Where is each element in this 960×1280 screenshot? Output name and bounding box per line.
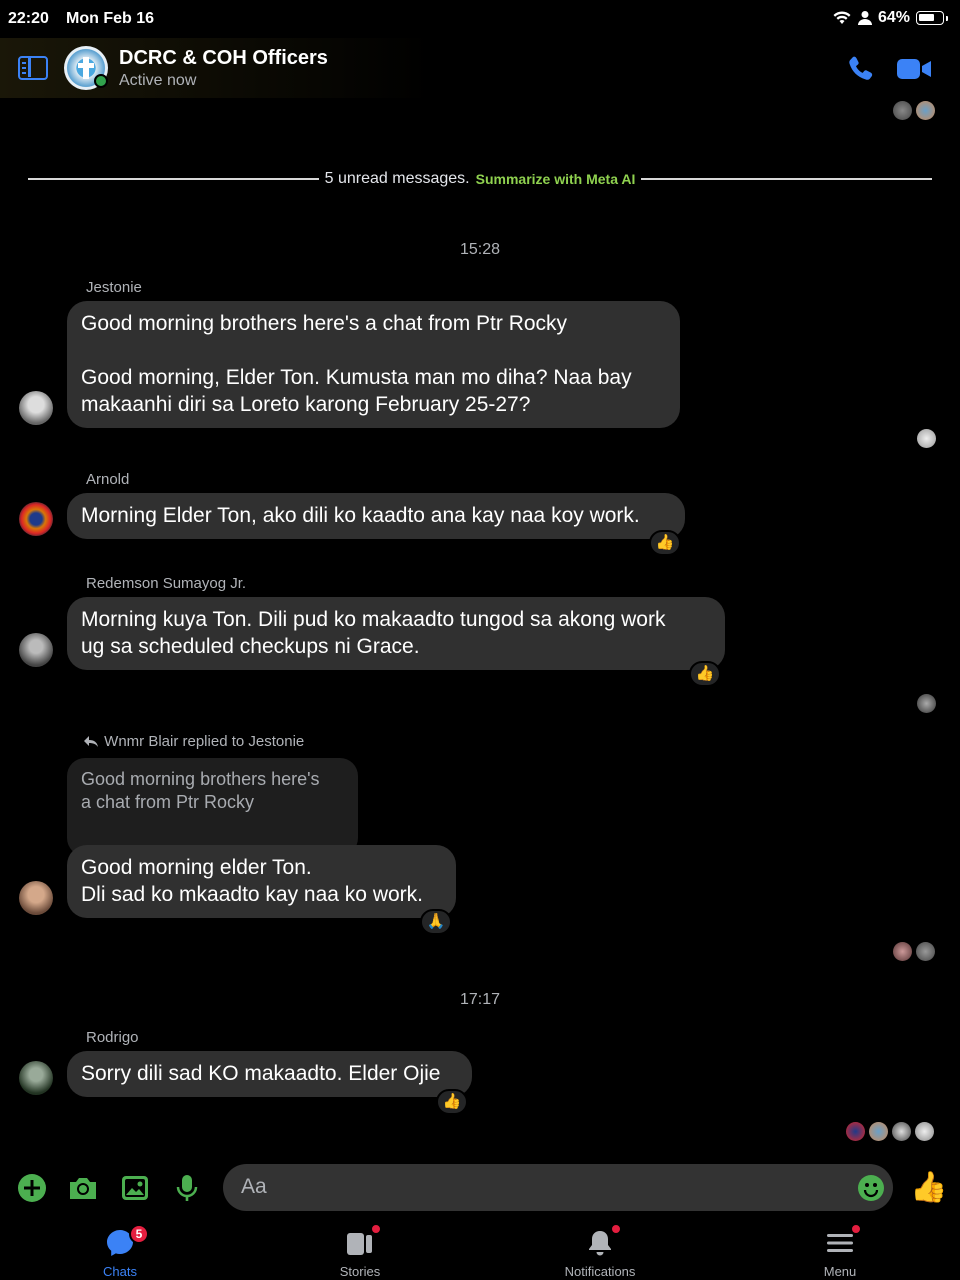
battery-icon	[916, 11, 944, 25]
reply-arrow-icon	[84, 736, 98, 747]
notifications-dot	[610, 1223, 622, 1235]
sidebar-toggle-icon[interactable]	[18, 56, 48, 80]
reader-avatar	[916, 942, 935, 961]
tab-label: Menu	[823, 1264, 857, 1279]
camera-icon[interactable]	[67, 1172, 99, 1204]
quoted-message[interactable]: Good morning brothers here's a chat from…	[67, 758, 358, 856]
message-bubble[interactable]: Good morning brothers here's a chat from…	[67, 301, 680, 428]
sender-avatar[interactable]	[19, 391, 53, 425]
timestamp: 17:17	[459, 991, 501, 1008]
reader-avatar	[846, 1122, 865, 1141]
read-receipts	[917, 429, 936, 448]
gallery-icon[interactable]	[119, 1172, 151, 1204]
tab-chats[interactable]: 5 Chats	[60, 1222, 180, 1280]
sender-avatar[interactable]	[19, 502, 53, 536]
read-receipts	[893, 101, 935, 120]
message-bubble[interactable]: Good morning elder Ton. Dli sad ko mkaad…	[67, 845, 456, 918]
message-input-box	[223, 1164, 893, 1211]
reader-avatar	[916, 101, 935, 120]
read-receipts	[917, 694, 936, 713]
status-date: Mon Feb 16	[66, 10, 155, 27]
reply-label: Wnmr Blair replied to Jestonie	[84, 733, 304, 750]
message-bubble[interactable]: Sorry dili sad KO makaadto. Elder Ojie	[67, 1051, 472, 1097]
battery-tip	[946, 15, 948, 21]
plus-icon[interactable]	[16, 1172, 48, 1204]
online-indicator	[94, 74, 108, 88]
summarize-meta-ai-link[interactable]: Summarize with Meta AI	[476, 171, 642, 187]
thumbs-up-icon[interactable]: 👍	[910, 1170, 947, 1206]
tab-label: Stories	[339, 1264, 381, 1279]
sender-name: Arnold	[86, 471, 130, 488]
person-icon	[857, 11, 872, 25]
reply-label-text: Wnmr Blair replied to Jestonie	[104, 733, 305, 750]
unread-divider: 5 unread messages. Summarize with Meta A…	[28, 168, 933, 190]
chats-badge: 5	[129, 1224, 149, 1244]
sender-avatar[interactable]	[19, 881, 53, 915]
battery-percent: 64%	[877, 9, 910, 26]
reader-avatar	[915, 1122, 934, 1141]
reader-avatar	[893, 101, 912, 120]
message-bubble[interactable]: Morning kuya Ton. Dili pud ko makaadto t…	[67, 597, 725, 670]
reaction-badge[interactable]: 👍	[436, 1089, 468, 1115]
unread-count-text: 5 unread messages.	[324, 170, 470, 187]
chat-title[interactable]: DCRC & COH Officers	[119, 47, 328, 70]
reader-avatar	[917, 694, 936, 713]
tab-stories[interactable]: Stories	[300, 1222, 420, 1280]
sender-name: Rodrigo	[86, 1029, 139, 1046]
tab-notifications[interactable]: Notifications	[540, 1222, 660, 1280]
message-composer: 👍	[0, 1160, 960, 1216]
reaction-badge[interactable]: 👍	[689, 661, 721, 687]
emoji-icon[interactable]	[857, 1174, 885, 1202]
menu-dot	[850, 1223, 862, 1235]
reader-avatar	[917, 429, 936, 448]
read-receipts	[893, 942, 935, 961]
message-input[interactable]	[241, 1172, 841, 1202]
read-receipts	[846, 1122, 934, 1141]
video-call-icon[interactable]	[896, 56, 932, 82]
message-bubble[interactable]: Morning Elder Ton, ako dili ko kaadto an…	[67, 493, 685, 539]
sender-name: Redemson Sumayog Jr.	[86, 575, 247, 592]
status-time: 22:20	[8, 10, 49, 27]
tab-label: Notifications	[564, 1264, 636, 1279]
sender-name: Jestonie	[86, 279, 142, 296]
reader-avatar	[869, 1122, 888, 1141]
stories-dot	[370, 1223, 382, 1235]
tab-menu[interactable]: Menu	[780, 1222, 900, 1280]
divider-line	[641, 178, 933, 180]
divider-line	[28, 178, 319, 180]
sender-avatar[interactable]	[19, 1061, 53, 1095]
chat-header: DCRC & COH Officers Active now	[0, 38, 960, 98]
tab-bar: 5 Chats Stories Notifications Menu	[0, 1222, 960, 1280]
tab-label: Chats	[103, 1264, 137, 1279]
chat-status: Active now	[119, 72, 197, 89]
wifi-icon	[833, 11, 851, 24]
microphone-icon[interactable]	[171, 1172, 203, 1204]
timestamp: 15:28	[459, 241, 501, 258]
status-right: 64%	[832, 9, 948, 27]
reader-avatar	[893, 942, 912, 961]
reader-avatar	[892, 1122, 911, 1141]
reaction-badge[interactable]: 👍	[649, 530, 681, 556]
reaction-badge[interactable]: 🙏	[420, 909, 452, 935]
cross-icon	[83, 57, 89, 79]
sender-avatar[interactable]	[19, 633, 53, 667]
status-bar: 22:20 Mon Feb 16 64%	[0, 0, 960, 38]
cross-bar	[78, 63, 94, 68]
phone-icon[interactable]	[846, 54, 876, 84]
